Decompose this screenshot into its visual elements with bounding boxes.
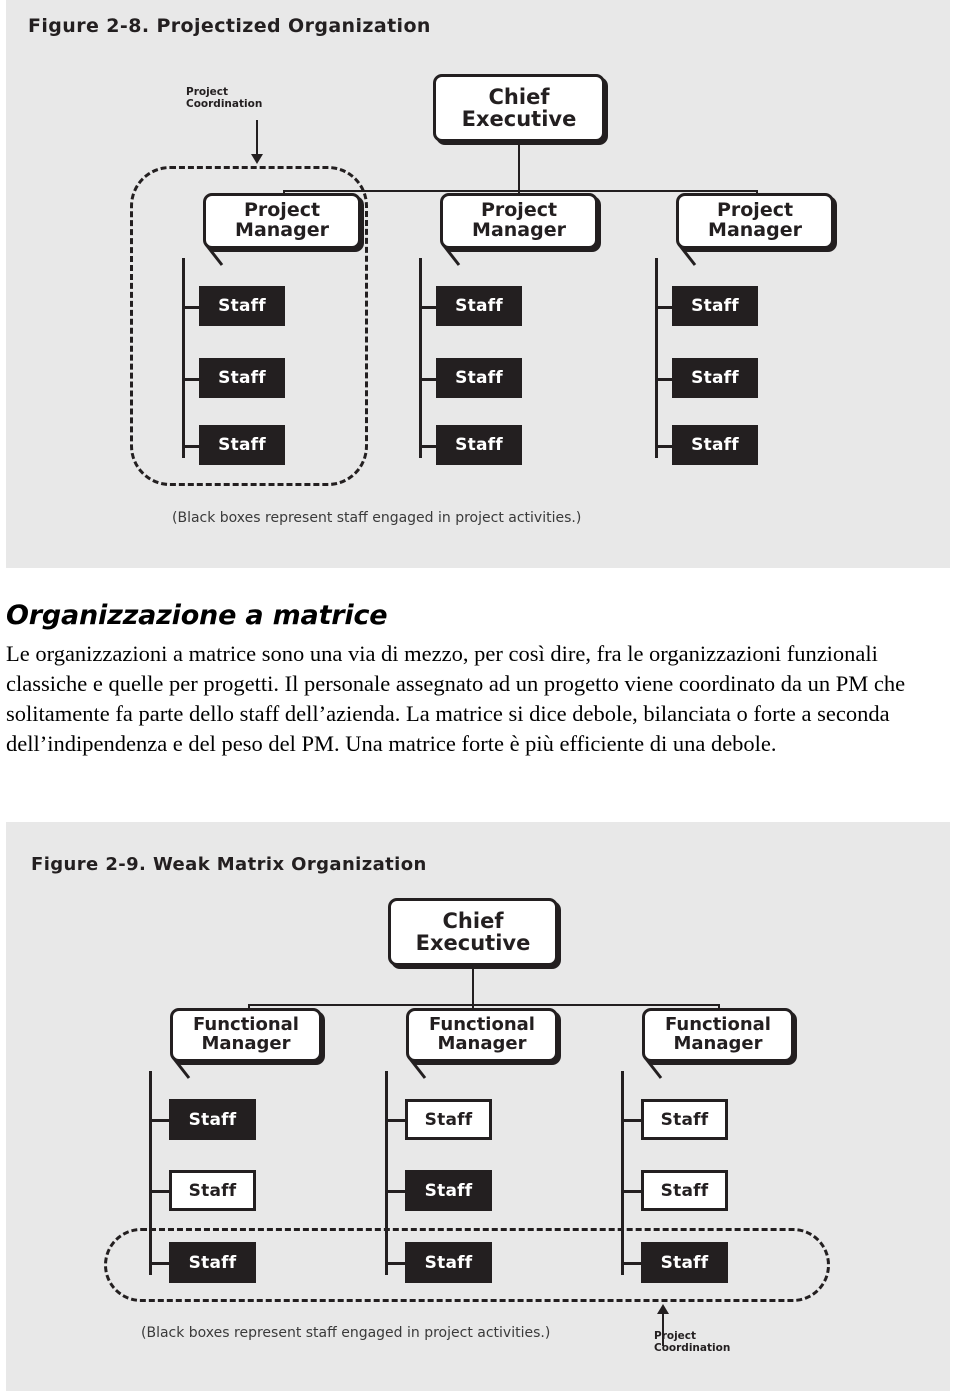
staff-tee-2-2-fig29: [385, 1190, 407, 1193]
figure-2-8-note: (Black boxes represent staff engaged in …: [172, 510, 582, 526]
staff-box-1-2-fig28: Staff: [199, 358, 285, 398]
staff-box-2-2-fig28: Staff: [436, 358, 522, 398]
staff-tee-3-1-fig29: [621, 1119, 643, 1122]
article-body: Organizzazione a matrice Le organizzazio…: [6, 600, 954, 759]
staff-tee-3-2-fig29: [621, 1190, 643, 1193]
staff-box-2-1-fig28: Staff: [436, 286, 522, 326]
staff-tee-2-1-fig29: [385, 1119, 407, 1122]
staff-box-3-2-fig29: Staff: [641, 1170, 728, 1211]
ceo-drop-line-fig28: [518, 142, 520, 192]
staff-box-2-3-fig28: Staff: [436, 425, 522, 465]
staff-box-3-2-fig28: Staff: [672, 358, 758, 398]
functional-manager-node-2-fig29: Functional Manager: [406, 1008, 558, 1062]
spine-vertical-1-fig28: [182, 258, 185, 458]
functional-manager-node-1-fig29: Functional Manager: [170, 1008, 322, 1062]
staff-tee-1-1-fig29: [149, 1119, 171, 1122]
section-paragraph: Le organizzazioni a matrice sono una via…: [6, 641, 906, 756]
manager-bus-line-fig28: [283, 190, 758, 192]
staff-box-3-3-fig28: Staff: [672, 425, 758, 465]
staff-box-2-1-fig29: Staff: [405, 1099, 492, 1140]
functional-manager-node-3-fig29: Functional Manager: [642, 1008, 794, 1062]
project-manager-node-2-fig28: Project Manager: [440, 193, 598, 249]
figure-2-8-panel: Figure 2-8. Projectized Organization Pro…: [6, 0, 950, 568]
staff-box-3-1-fig28: Staff: [672, 286, 758, 326]
figure-2-9-title: Figure 2-9. Weak Matrix Organization: [31, 854, 427, 875]
staff-box-1-3-fig28: Staff: [199, 425, 285, 465]
project-coordination-label-fig29: Project Coordination: [654, 1330, 731, 1355]
figure-2-9-note: (Black boxes represent staff engaged in …: [141, 1325, 551, 1341]
project-manager-node-1-fig28: Project Manager: [203, 193, 361, 249]
staff-tee-1-2-fig29: [149, 1190, 171, 1193]
ceo-drop-line-fig29: [472, 966, 474, 1006]
staff-box-3-1-fig29: Staff: [641, 1099, 728, 1140]
staff-box-1-1-fig28: Staff: [199, 286, 285, 326]
manager-bus-line-fig29: [248, 1004, 720, 1006]
chief-executive-node-fig29: Chief Executive: [388, 898, 558, 966]
project-coordination-label-fig28: Project Coordination: [186, 86, 263, 111]
spine-vertical-3-fig28: [655, 258, 658, 458]
project-boundary-dashed-fig29: [104, 1228, 830, 1302]
document-page: Figure 2-8. Projectized Organization Pro…: [0, 0, 960, 1391]
coordination-arrow-shaft-fig28: [256, 120, 258, 158]
chief-executive-node-fig28: Chief Executive: [433, 74, 605, 142]
section-heading: Organizzazione a matrice: [6, 600, 388, 631]
staff-box-1-2-fig29: Staff: [169, 1170, 256, 1211]
project-manager-node-3-fig28: Project Manager: [676, 193, 834, 249]
coordination-arrowhead-fig29: [657, 1304, 669, 1314]
figure-2-9-panel: Figure 2-9. Weak Matrix Organization Chi…: [6, 822, 950, 1391]
figure-2-8-title: Figure 2-8. Projectized Organization: [28, 15, 431, 37]
coordination-arrowhead-fig28: [251, 154, 263, 164]
spine-vertical-2-fig28: [419, 258, 422, 458]
staff-box-1-1-fig29: Staff: [169, 1099, 256, 1140]
staff-box-2-2-fig29: Staff: [405, 1170, 492, 1211]
